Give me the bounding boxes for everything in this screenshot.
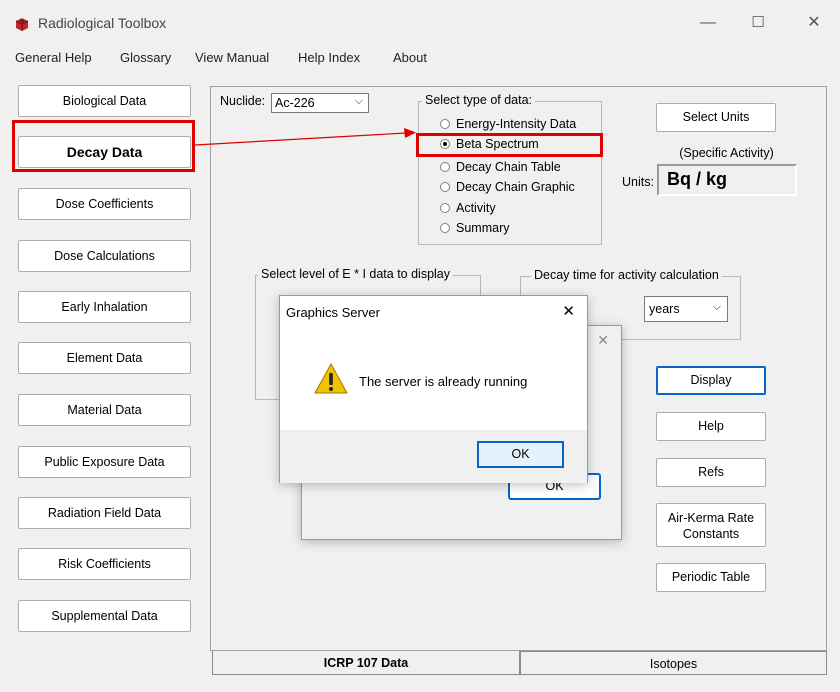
- supplemental-data-button[interactable]: Supplemental Data: [18, 600, 191, 632]
- dialog-ok-button[interactable]: OK: [477, 441, 564, 468]
- data-type-label: Select type of data:: [422, 93, 536, 107]
- dialog-message: The server is already running: [359, 374, 528, 389]
- dose-calculations-button[interactable]: Dose Calculations: [18, 240, 191, 272]
- decay-data-highlight: [12, 120, 195, 172]
- radio-label: Summary: [456, 221, 510, 235]
- radio-label: Decay Chain Graphic: [456, 180, 575, 194]
- nuclide-select[interactable]: Ac-226 ⌵: [271, 93, 369, 113]
- tab-isotopes[interactable]: Isotopes: [520, 651, 827, 675]
- nuclide-value: Ac-226: [275, 96, 315, 110]
- nuclide-label: Nuclide:: [220, 94, 266, 108]
- menu-general-help[interactable]: General Help: [15, 50, 92, 65]
- dialog-title: Graphics Server: [286, 305, 380, 320]
- background-dialog-close-icon[interactable]: ✕: [597, 332, 609, 349]
- radio-energy-intensity[interactable]: Energy-Intensity Data: [440, 117, 576, 131]
- menu-about[interactable]: About: [393, 50, 427, 65]
- toolbox-app-icon: [15, 18, 29, 31]
- dose-coefficients-button[interactable]: Dose Coefficients: [18, 188, 191, 220]
- public-exposure-data-button[interactable]: Public Exposure Data: [18, 446, 191, 478]
- close-button[interactable]: ✕: [794, 10, 834, 36]
- minimize-button[interactable]: —: [688, 10, 728, 36]
- risk-coefficients-button[interactable]: Risk Coefficients: [18, 548, 191, 580]
- chevron-down-icon: ⌵: [354, 95, 363, 107]
- menu-help-index[interactable]: Help Index: [298, 50, 360, 65]
- radio-summary[interactable]: Summary: [440, 221, 509, 235]
- radio-activity[interactable]: Activity: [440, 201, 496, 215]
- element-data-button[interactable]: Element Data: [18, 342, 191, 374]
- display-button[interactable]: Display: [656, 366, 766, 395]
- units-value-box: Bq / kg: [657, 164, 797, 196]
- decay-time-label: Decay time for activity calculation: [531, 268, 722, 282]
- beta-spectrum-highlight: [416, 133, 603, 157]
- air-kerma-line1: Air-Kerma Rate: [667, 511, 755, 525]
- menu-view-manual[interactable]: View Manual: [195, 50, 269, 65]
- units-label: Units:: [622, 175, 654, 189]
- radio-circle: [440, 182, 450, 192]
- periodic-table-button[interactable]: Periodic Table: [656, 563, 766, 592]
- material-data-button[interactable]: Material Data: [18, 394, 191, 426]
- early-inhalation-button[interactable]: Early Inhalation: [18, 291, 191, 323]
- biological-data-button[interactable]: Biological Data: [18, 85, 191, 117]
- decay-time-unit-select[interactable]: years ⌵: [644, 296, 728, 322]
- maximize-button[interactable]: ☐: [738, 10, 778, 36]
- radio-circle: [440, 223, 450, 233]
- chevron-down-icon: ⌵: [712, 301, 721, 313]
- radio-label: Activity: [456, 201, 496, 215]
- graphics-server-dialog: Graphics Server ✕ The server is already …: [279, 295, 588, 483]
- radio-circle: [440, 162, 450, 172]
- select-units-button[interactable]: Select Units: [656, 103, 776, 132]
- tab-icrp-107-data[interactable]: ICRP 107 Data: [212, 651, 520, 675]
- radio-decay-chain-table[interactable]: Decay Chain Table: [440, 160, 561, 174]
- refs-button[interactable]: Refs: [656, 458, 766, 487]
- radio-label: Energy-Intensity Data: [456, 117, 577, 131]
- radio-label: Decay Chain Table: [456, 160, 561, 174]
- units-subtitle: (Specific Activity): [679, 146, 774, 160]
- air-kerma-line2: Constants: [682, 527, 740, 541]
- radio-circle: [440, 119, 450, 129]
- air-kerma-rate-button[interactable]: Air-Kerma Rate Constants: [656, 503, 766, 547]
- radio-circle: [440, 203, 450, 213]
- level-group-label: Select level of E * I data to display: [258, 267, 453, 281]
- decay-time-unit: years: [649, 302, 680, 316]
- help-button[interactable]: Help: [656, 412, 766, 441]
- window-title: Radiological Toolbox: [38, 15, 167, 31]
- radiation-field-data-button[interactable]: Radiation Field Data: [18, 497, 191, 529]
- dialog-close-icon[interactable]: ✕: [562, 302, 575, 320]
- menu-glossary[interactable]: Glossary: [120, 50, 171, 65]
- warning-icon: [314, 362, 348, 394]
- annotation-arrow: [194, 128, 416, 146]
- radio-decay-chain-graphic[interactable]: Decay Chain Graphic: [440, 180, 575, 194]
